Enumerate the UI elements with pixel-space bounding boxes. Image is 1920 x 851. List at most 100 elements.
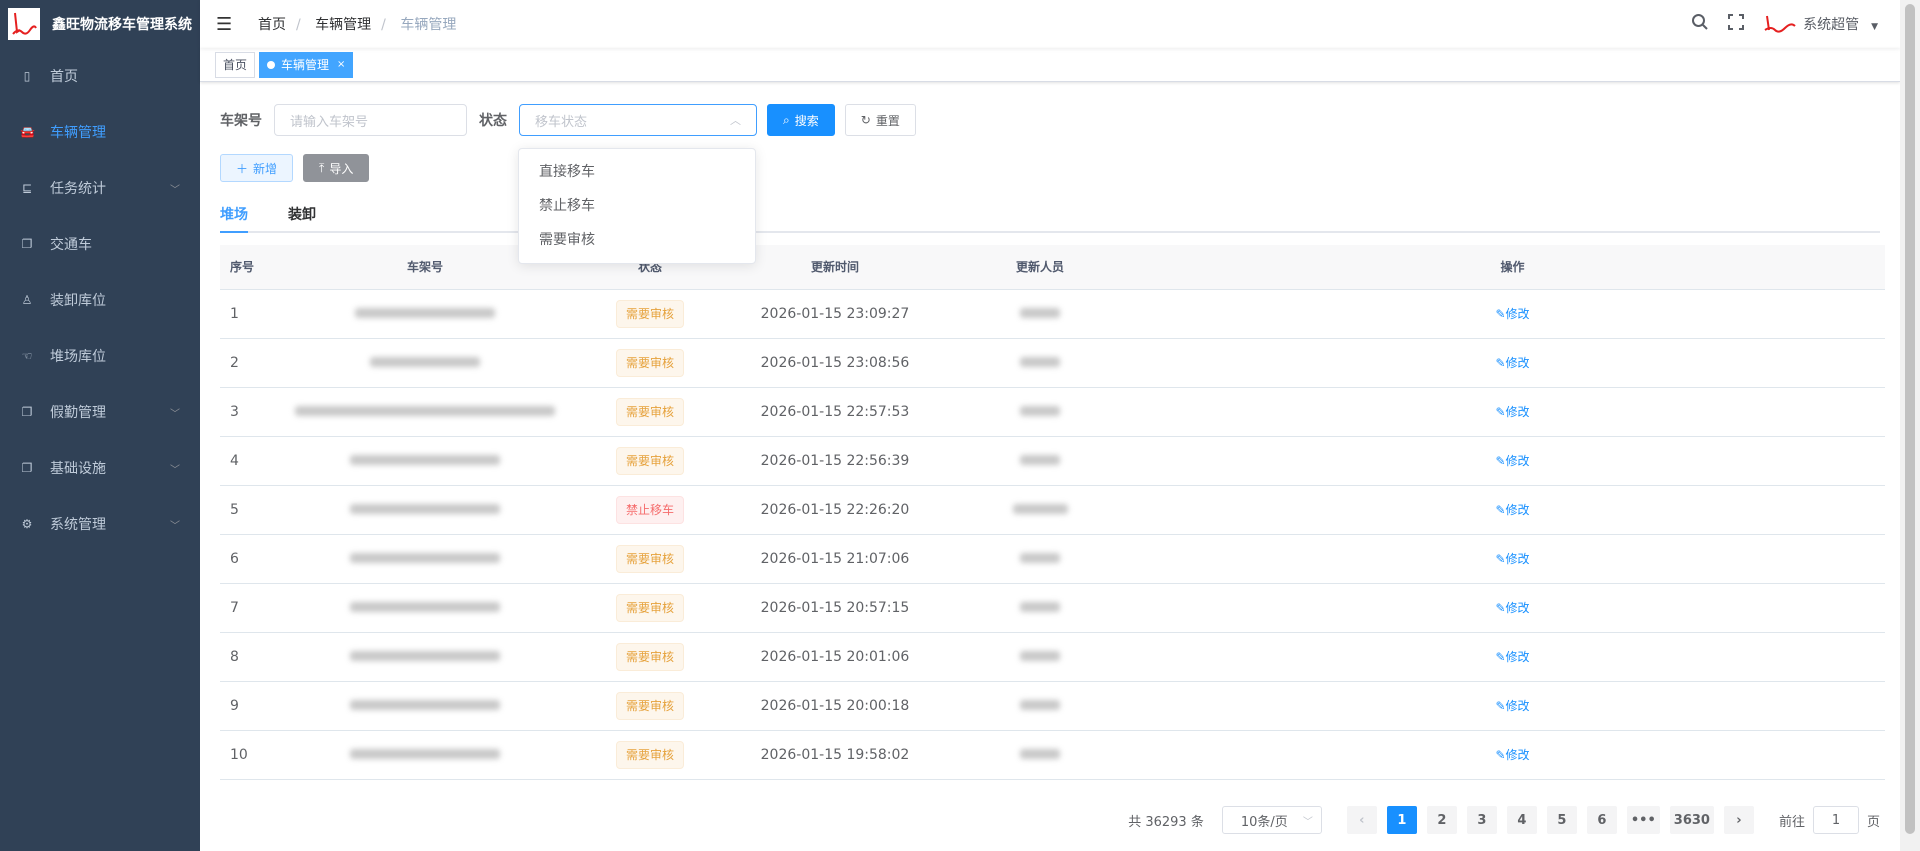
- page-button[interactable]: 6: [1586, 806, 1617, 834]
- sidebar-item[interactable]: ♙ 装卸库位: [0, 272, 200, 328]
- updater-cell: [940, 681, 1140, 731]
- updater-cell: [940, 289, 1140, 339]
- blurred-user: [1020, 650, 1060, 661]
- user-name: 系统超管: [1803, 17, 1860, 33]
- add-button[interactable]: ＋ 新增: [220, 154, 294, 182]
- sidebar-item[interactable]: ☜ 堆场库位: [0, 328, 200, 384]
- actions-cell: ✎修改: [1140, 387, 1885, 437]
- next-page-button[interactable]: ›: [1723, 806, 1754, 834]
- vin-cell: [280, 485, 570, 535]
- total-count: 共 36293 条: [1128, 814, 1204, 830]
- vin-cell: [280, 289, 570, 339]
- edit-button[interactable]: ✎修改: [1495, 356, 1529, 370]
- reset-button[interactable]: ↻ 重置: [844, 104, 916, 136]
- edit-button[interactable]: ✎修改: [1495, 748, 1529, 762]
- search-button[interactable]: ⌕ 搜索: [767, 104, 835, 136]
- breadcrumb-item[interactable]: 首页: [258, 17, 286, 33]
- status-badge: 需要审核: [615, 691, 684, 720]
- scrollbar[interactable]: [1900, 0, 1920, 851]
- actions-cell: ✎修改: [1140, 681, 1885, 731]
- table-row: 3 需要审核 2026-01-15 22:57:53 ✎修改: [220, 387, 1885, 437]
- sidebar-item[interactable]: 🚘 车辆管理: [0, 104, 200, 160]
- status-cell: 需要审核: [570, 730, 730, 780]
- blurred-vin: [350, 503, 500, 514]
- edit-button[interactable]: ✎修改: [1495, 650, 1529, 664]
- sidebar-item-label: 堆场库位: [50, 349, 106, 365]
- edit-button[interactable]: ✎修改: [1495, 405, 1529, 419]
- edit-label: 修改: [1505, 699, 1530, 713]
- plus-icon: ＋: [236, 161, 249, 176]
- status-option[interactable]: 直接移车: [519, 155, 755, 189]
- sidebar-item-label: 首页: [50, 69, 78, 85]
- vin-input[interactable]: 请输入车架号: [274, 104, 467, 136]
- search-icon[interactable]: [1691, 13, 1709, 35]
- sidebar-item[interactable]: ▯ 首页: [0, 48, 200, 104]
- page-size-select[interactable]: 10条/页 ﹀: [1221, 806, 1322, 834]
- status-option[interactable]: 需要审核: [519, 223, 755, 257]
- breadcrumb-item[interactable]: 车辆管理: [315, 17, 371, 33]
- goto-page-input[interactable]: 1: [1812, 806, 1859, 834]
- sidebar-item[interactable]: ⊑ 任务统计 ﹀: [0, 160, 200, 216]
- edit-button[interactable]: ✎修改: [1495, 552, 1529, 566]
- update-time: 2026-01-15 20:01:06: [730, 632, 940, 682]
- edit-button[interactable]: ✎修改: [1495, 503, 1529, 517]
- blurred-vin: [350, 699, 500, 710]
- prev-page-button[interactable]: ‹: [1346, 806, 1377, 834]
- edit-icon: ✎: [1495, 748, 1506, 762]
- tags-view: 首页 车辆管理 ×: [200, 48, 1900, 82]
- edit-label: 修改: [1505, 552, 1530, 566]
- user-menu[interactable]: 系统超管 ▼: [1763, 14, 1878, 34]
- tag-vehicle-management[interactable]: 车辆管理 ×: [259, 51, 354, 78]
- sidebar-item-label: 装卸库位: [50, 293, 106, 309]
- blurred-user: [1020, 601, 1060, 612]
- tag-home[interactable]: 首页: [215, 51, 256, 78]
- sidebar-item[interactable]: ⚙ 系统管理 ﹀: [0, 496, 200, 552]
- page-size-value: 10条/页: [1240, 814, 1288, 830]
- edit-button[interactable]: ✎修改: [1495, 454, 1529, 468]
- fullscreen-icon[interactable]: [1727, 13, 1745, 35]
- vin-cell: [280, 681, 570, 731]
- edit-icon: ✎: [1495, 552, 1506, 566]
- updater-cell: [940, 583, 1140, 633]
- edit-button[interactable]: ✎修改: [1495, 307, 1529, 321]
- status-cell: 禁止移车: [570, 485, 730, 535]
- vehicle-table: 序号 车架号 状态 更新时间 更新人员 操作 1 需要审核 2026-01-15…: [220, 245, 1885, 780]
- page-button[interactable]: 2: [1426, 806, 1457, 834]
- page-button[interactable]: 1: [1386, 806, 1417, 834]
- page-button[interactable]: 4: [1506, 806, 1537, 834]
- updater-cell: [940, 485, 1140, 535]
- status-badge: 需要审核: [615, 740, 684, 769]
- page-button[interactable]: 5: [1546, 806, 1577, 834]
- hamburger-icon[interactable]: ☰: [216, 14, 236, 35]
- sidebar-item[interactable]: ❐ 基础设施 ﹀: [0, 440, 200, 496]
- sidebar-item[interactable]: ❐ 交通车: [0, 216, 200, 272]
- close-icon[interactable]: ×: [337, 59, 345, 70]
- status-option[interactable]: 禁止移车: [519, 189, 755, 223]
- breadcrumb-current: 车辆管理: [400, 17, 457, 33]
- chevron-down-icon: ﹀: [170, 408, 180, 420]
- table-row: 2 需要审核 2026-01-15 23:08:56 ✎修改: [220, 338, 1885, 388]
- page-unit: 页: [1866, 814, 1880, 830]
- row-index: 2: [220, 338, 280, 388]
- page-button[interactable]: 3630: [1669, 806, 1714, 834]
- row-index: 10: [220, 730, 280, 780]
- navbar: ☰ 首页 / 车辆管理 / 车辆管理 系统超管 ▼: [200, 0, 1900, 48]
- blurred-user: [1020, 552, 1060, 563]
- tab-loading[interactable]: 装卸: [288, 200, 316, 231]
- edit-button[interactable]: ✎修改: [1495, 601, 1529, 615]
- update-time: 2026-01-15 20:00:18: [730, 681, 940, 731]
- import-button[interactable]: ⤒ 导入: [303, 154, 370, 182]
- status-select[interactable]: 移车状态 ︿: [519, 104, 757, 136]
- row-index: 3: [220, 387, 280, 437]
- update-time: 2026-01-15 23:08:56: [730, 338, 940, 388]
- blurred-user: [1020, 356, 1060, 367]
- page-button[interactable]: •••: [1626, 806, 1660, 834]
- sidebar-item[interactable]: ❐ 假勤管理 ﹀: [0, 384, 200, 440]
- tab-yard[interactable]: 堆场: [220, 200, 248, 233]
- table-row: 6 需要审核 2026-01-15 21:07:06 ✎修改: [220, 534, 1885, 584]
- page-button[interactable]: 3: [1466, 806, 1497, 834]
- edit-button[interactable]: ✎修改: [1495, 699, 1529, 713]
- chevron-down-icon: ﹀: [170, 184, 180, 196]
- updater-cell: [940, 730, 1140, 780]
- table-row: 1 需要审核 2026-01-15 23:09:27 ✎修改: [220, 289, 1885, 339]
